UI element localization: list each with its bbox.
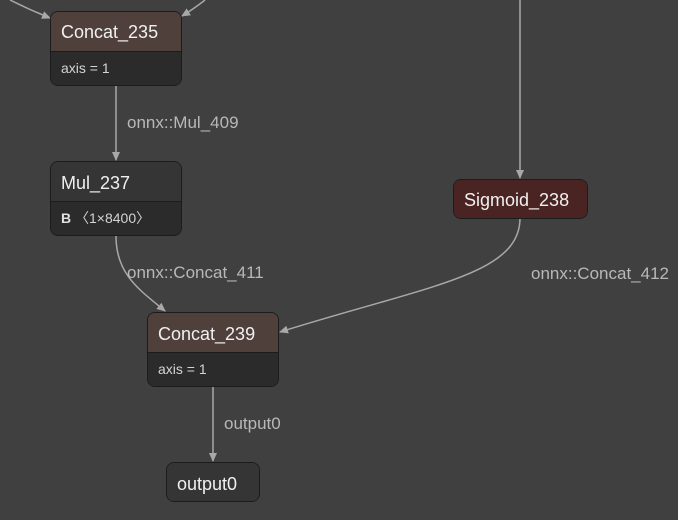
edge-into-concat-235-right: [181, 0, 206, 17]
attr-value: 〈1×8400〉: [75, 210, 151, 226]
graph-canvas[interactable]: onnx::Mul_409 onnx::Concat_411 onnx::Con…: [0, 0, 678, 520]
node-attribute: axis = 1: [51, 51, 181, 85]
edge-into-concat-235-left: [9, 0, 51, 19]
attr-name: B: [61, 210, 72, 226]
node-title: output0: [167, 463, 259, 501]
edge-label-concat-412: onnx::Concat_412: [531, 264, 669, 283]
edge-label-mul-409: onnx::Mul_409: [127, 113, 239, 132]
node-concat-239[interactable]: Concat_239 axis = 1: [147, 312, 279, 387]
edge-label-output0: output0: [224, 414, 281, 433]
edge-concat-412: [279, 217, 521, 334]
node-concat-235[interactable]: Concat_235 axis = 1: [50, 11, 182, 86]
node-mul-237[interactable]: Mul_237 B 〈1×8400〉: [50, 161, 182, 236]
node-attribute: axis = 1: [148, 352, 278, 386]
edge-label-concat-411: onnx::Concat_411: [127, 263, 264, 282]
node-title: Concat_235: [51, 12, 181, 51]
node-title: Sigmoid_238: [454, 180, 587, 218]
node-title: Mul_237: [51, 162, 181, 201]
node-output0[interactable]: output0: [166, 462, 260, 502]
node-sigmoid-238[interactable]: Sigmoid_238: [453, 179, 588, 219]
node-title: Concat_239: [148, 313, 278, 352]
node-attribute: B 〈1×8400〉: [51, 201, 181, 235]
